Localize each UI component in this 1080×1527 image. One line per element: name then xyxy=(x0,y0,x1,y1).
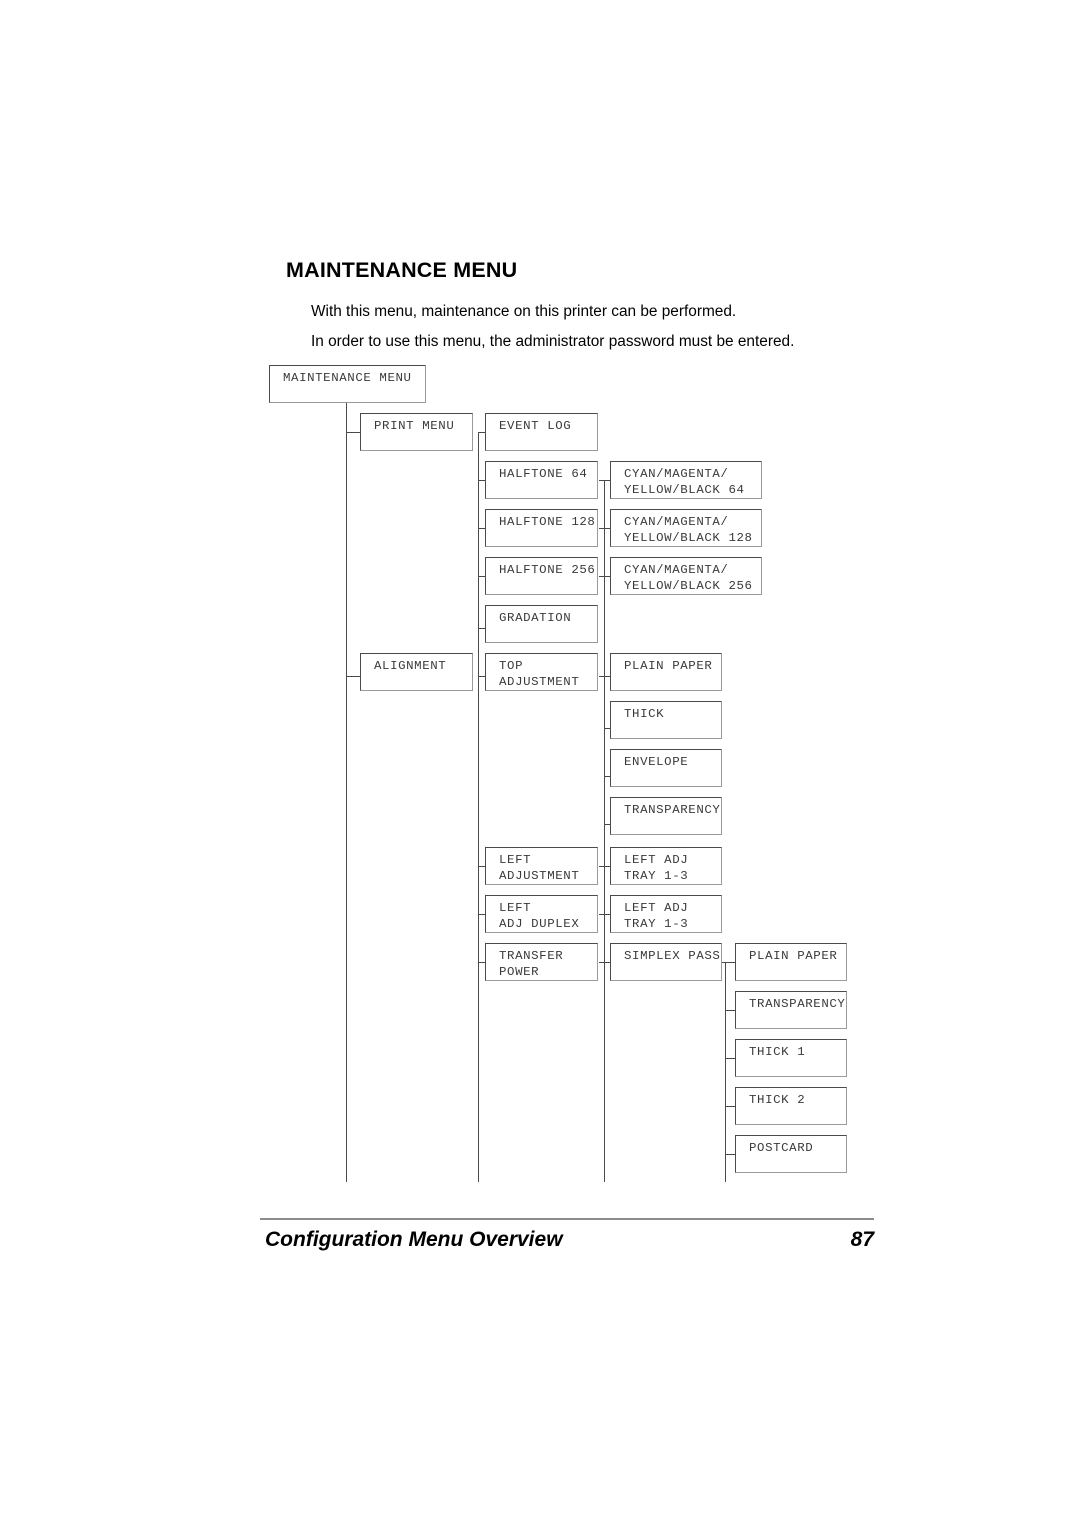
node-print-menu[interactable]: PRINT MENU xyxy=(360,413,473,451)
node-cmyk-256[interactable]: CYAN/MAGENTA/ YELLOW/BLACK 256 xyxy=(610,557,762,595)
node-plain-paper-top[interactable]: PLAIN PAPER xyxy=(610,653,722,691)
node-alignment[interactable]: ALIGNMENT xyxy=(360,653,473,691)
node-maintenance-menu[interactable]: MAINTENANCE MENU xyxy=(269,365,426,403)
node-left-adj-tray-duplex[interactable]: LEFT ADJ TRAY 1-3 xyxy=(610,895,722,933)
node-halftone-128[interactable]: HALFTONE 128 xyxy=(485,509,598,547)
trunk-line-column-1 xyxy=(346,403,348,1182)
node-plain-paper-simplex[interactable]: PLAIN PAPER xyxy=(735,943,847,981)
document-page: MAINTENANCE MENU With this menu, mainten… xyxy=(0,0,1080,1527)
node-postcard[interactable]: POSTCARD xyxy=(735,1135,847,1173)
node-halftone-256[interactable]: HALFTONE 256 xyxy=(485,557,598,595)
node-transparency[interactable]: TRANSPARENCY xyxy=(610,797,722,835)
node-halftone-64[interactable]: HALFTONE 64 xyxy=(485,461,598,499)
node-left-adj-tray[interactable]: LEFT ADJ TRAY 1-3 xyxy=(610,847,722,885)
node-cmyk-64[interactable]: CYAN/MAGENTA/ YELLOW/BLACK 64 xyxy=(610,461,762,499)
connector-print-menu xyxy=(346,432,361,434)
connector-root-to-trunk xyxy=(346,403,347,405)
node-left-adjustment[interactable]: LEFT ADJUSTMENT xyxy=(485,847,598,885)
trunk-line-column-3 xyxy=(604,480,606,1182)
connector-alignment xyxy=(346,676,361,678)
node-cmyk-128[interactable]: CYAN/MAGENTA/ YELLOW/BLACK 128 xyxy=(610,509,762,547)
node-thick[interactable]: THICK xyxy=(610,701,722,739)
node-transparency-simplex[interactable]: TRANSPARENCY xyxy=(735,991,847,1029)
node-top-adjustment[interactable]: TOP ADJUSTMENT xyxy=(485,653,598,691)
node-simplex-pass[interactable]: SIMPLEX PASS xyxy=(610,943,722,981)
trunk-line-column-4 xyxy=(725,962,727,1182)
node-left-adj-duplex[interactable]: LEFT ADJ DUPLEX xyxy=(485,895,598,933)
node-gradation[interactable]: GRADATION xyxy=(485,605,598,643)
menu-tree-diagram: MAINTENANCE MENU PRINT MENU EVENT LOG HA… xyxy=(0,0,1080,1527)
trunk-line-column-2 xyxy=(478,432,480,1182)
footer-title: Configuration Menu Overview xyxy=(265,1228,563,1251)
node-thick-1[interactable]: THICK 1 xyxy=(735,1039,847,1077)
node-envelope[interactable]: ENVELOPE xyxy=(610,749,722,787)
connector-plain-paper-simplex xyxy=(722,962,736,964)
node-thick-2[interactable]: THICK 2 xyxy=(735,1087,847,1125)
node-transfer-power[interactable]: TRANSFER POWER xyxy=(485,943,598,981)
footer-divider xyxy=(260,1218,874,1220)
node-event-log[interactable]: EVENT LOG xyxy=(485,413,598,451)
footer-page-number: 87 xyxy=(850,1228,874,1251)
